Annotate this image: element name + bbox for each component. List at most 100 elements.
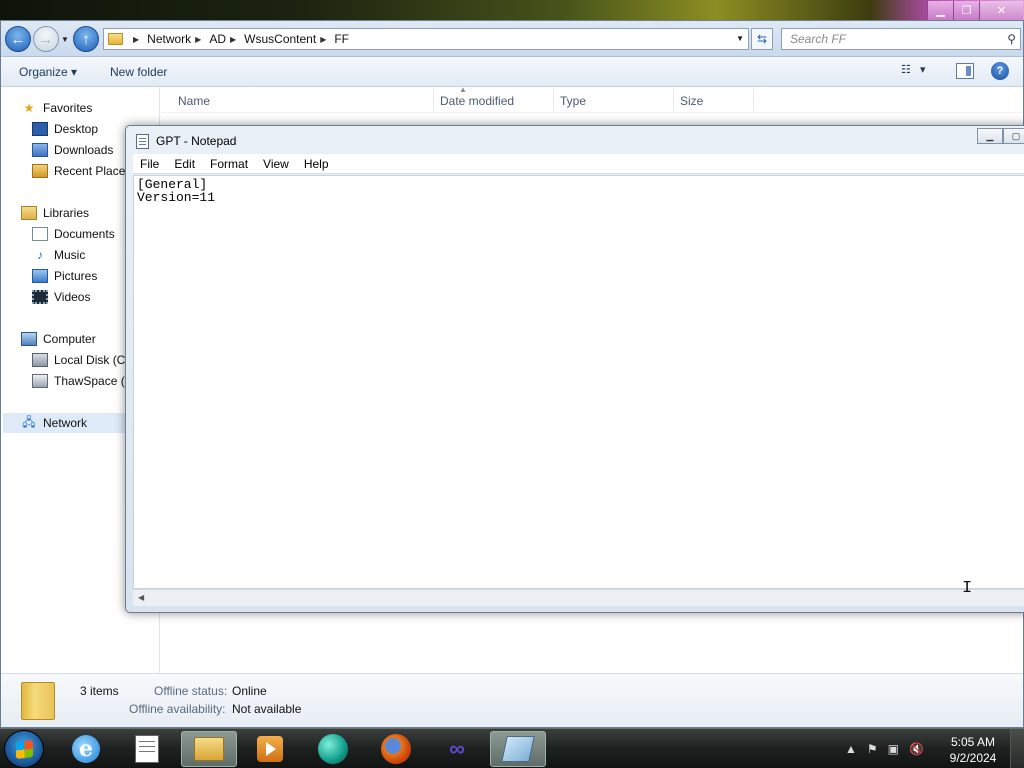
offline-status-label: Offline status: bbox=[154, 684, 228, 698]
downloads-icon bbox=[32, 143, 48, 157]
breadcrumb-ad[interactable]: AD ▶ bbox=[209, 32, 244, 46]
nav-computer[interactable]: Computer bbox=[21, 332, 96, 346]
sort-up-icon: ▲ bbox=[459, 85, 467, 94]
column-date-modified[interactable]: Date modified bbox=[440, 94, 514, 108]
minimize-button[interactable]: ▁ bbox=[927, 1, 953, 20]
notepad-icon bbox=[136, 134, 149, 149]
command-bar: Organize ▾ New folder ☷ ▾ ? bbox=[1, 57, 1023, 87]
help-button[interactable]: ? bbox=[991, 62, 1009, 80]
refresh-button[interactable]: ⇆ bbox=[751, 28, 773, 50]
arrow-left-icon: ← bbox=[10, 30, 26, 48]
menu-help[interactable]: Help bbox=[297, 157, 337, 171]
taskbar: e ∞ ▲ ⚑ ▣ 🔇 5:05 AM 9/2/2024 bbox=[0, 728, 1024, 768]
network-icon: 🖧 bbox=[22, 414, 36, 429]
horizontal-scrollbar[interactable]: ◀ bbox=[133, 589, 1024, 606]
taskbar-firefox[interactable] bbox=[368, 731, 424, 767]
notepad-maximize-button[interactable]: ▢ bbox=[1003, 128, 1024, 144]
column-size[interactable]: Size bbox=[680, 94, 703, 108]
clock-date: 9/2/2024 bbox=[949, 751, 997, 765]
nav-recent-places[interactable]: Recent Places bbox=[32, 164, 131, 178]
offline-status-value: Online bbox=[232, 684, 267, 698]
notepad-caption-buttons: ▁ ▢ bbox=[977, 128, 1024, 144]
taskbar-notepad-window[interactable] bbox=[490, 731, 546, 767]
search-input[interactable]: Search FF ⚲ bbox=[781, 28, 1021, 50]
organize-button[interactable]: Organize ▾ bbox=[19, 65, 77, 79]
new-folder-button[interactable]: New folder bbox=[110, 65, 167, 79]
show-desktop-button[interactable] bbox=[1010, 729, 1024, 768]
action-center-flag-icon[interactable]: ⚑ bbox=[867, 742, 878, 756]
taskbar-visual-studio[interactable]: ∞ bbox=[429, 731, 485, 767]
restore-button[interactable]: ❐ bbox=[953, 1, 979, 20]
item-count: 3 items bbox=[80, 684, 119, 698]
menu-view[interactable]: View bbox=[256, 157, 297, 171]
column-type[interactable]: Type bbox=[560, 94, 586, 108]
start-button[interactable] bbox=[4, 730, 44, 768]
offline-availability-value: Not available bbox=[232, 702, 302, 716]
preview-pane-button[interactable] bbox=[956, 63, 974, 79]
breadcrumb-chevron-icon[interactable]: ▶ bbox=[133, 35, 139, 44]
videos-icon bbox=[32, 290, 48, 304]
up-button[interactable]: ↑ bbox=[73, 26, 99, 52]
globe-icon bbox=[318, 734, 348, 764]
recent-places-icon bbox=[32, 164, 48, 178]
music-icon: ♪ bbox=[37, 248, 43, 262]
address-bar-area: ← → ▼ ↑ ▶ Network ▶ AD ▶ WsusContent ▶ FF ▼… bbox=[1, 21, 1023, 57]
tray-expand-icon[interactable]: ▲ bbox=[845, 742, 857, 756]
address-dropdown-icon[interactable]: ▼ bbox=[736, 34, 744, 43]
notepad-title: GPT - Notepad bbox=[156, 134, 237, 148]
system-tray: ▲ ⚑ ▣ 🔇 bbox=[845, 742, 924, 756]
arrow-right-icon: → bbox=[38, 30, 54, 48]
nav-pictures[interactable]: Pictures bbox=[32, 269, 97, 283]
desktop-icon bbox=[32, 122, 48, 136]
clock-time: 5:05 AM bbox=[950, 735, 996, 749]
nav-downloads[interactable]: Downloads bbox=[32, 143, 113, 157]
search-icon[interactable]: ⚲ bbox=[1007, 32, 1016, 46]
nav-videos[interactable]: Videos bbox=[32, 290, 90, 304]
close-button[interactable]: ✕ bbox=[979, 1, 1023, 20]
drive-icon bbox=[32, 374, 48, 388]
nav-favorites[interactable]: ★ Favorites bbox=[21, 101, 93, 115]
menu-edit[interactable]: Edit bbox=[167, 157, 203, 171]
breadcrumb-ff[interactable]: FF bbox=[334, 32, 349, 46]
breadcrumb-wsuscontent[interactable]: WsusContent ▶ bbox=[244, 32, 334, 46]
menu-format[interactable]: Format bbox=[203, 157, 256, 171]
explorer-caption-buttons: ▁ ❐ ✕ bbox=[927, 1, 1023, 21]
internet-explorer-icon: e bbox=[72, 735, 100, 763]
nav-desktop[interactable]: Desktop bbox=[32, 122, 98, 136]
firefox-icon bbox=[381, 734, 411, 764]
taskbar-globe-app[interactable] bbox=[305, 731, 361, 767]
back-button[interactable]: ← bbox=[5, 26, 31, 52]
forward-button[interactable]: → bbox=[33, 26, 59, 52]
windows-explorer-icon bbox=[194, 737, 224, 761]
libraries-icon bbox=[21, 206, 37, 220]
nav-libraries[interactable]: Libraries bbox=[21, 206, 89, 220]
taskbar-internet-explorer[interactable]: e bbox=[58, 731, 114, 767]
network-tray-icon[interactable]: ▣ bbox=[888, 742, 899, 756]
nav-music[interactable]: ♪ Music bbox=[32, 248, 85, 262]
clock[interactable]: 5:05 AM 9/2/2024 bbox=[940, 734, 1006, 766]
taskbar-notepad[interactable] bbox=[119, 731, 175, 767]
arrow-up-icon: ↑ bbox=[82, 30, 90, 48]
taskbar-windows-explorer[interactable] bbox=[181, 731, 237, 767]
pictures-icon bbox=[32, 269, 48, 283]
nav-documents[interactable]: Documents bbox=[32, 227, 115, 241]
star-icon: ★ bbox=[23, 101, 35, 115]
refresh-icon: ⇆ bbox=[756, 32, 768, 46]
taskbar-media-player[interactable] bbox=[242, 731, 298, 767]
notepad-text-area[interactable]: [General] Version=11 bbox=[133, 175, 1024, 589]
column-name[interactable]: Name bbox=[178, 94, 210, 108]
folder-large-icon bbox=[21, 682, 55, 720]
recent-pages-dropdown[interactable]: ▼ bbox=[61, 35, 69, 44]
views-button[interactable]: ☷ ▾ bbox=[901, 63, 937, 81]
notepad-window-icon bbox=[501, 736, 535, 762]
documents-icon bbox=[32, 227, 48, 241]
column-headers: ▲ Name Date modified Type Size bbox=[161, 85, 1023, 113]
address-field[interactable]: ▶ Network ▶ AD ▶ WsusContent ▶ FF ▼ bbox=[103, 28, 749, 50]
scroll-left-icon[interactable]: ◀ bbox=[138, 593, 144, 602]
nav-thawspace[interactable]: ThawSpace (E:) bbox=[32, 374, 140, 388]
breadcrumb-network[interactable]: Network ▶ bbox=[147, 32, 209, 46]
notepad-minimize-button[interactable]: ▁ bbox=[977, 128, 1003, 144]
volume-muted-icon[interactable]: 🔇 bbox=[909, 742, 924, 756]
nav-local-disk[interactable]: Local Disk (C:) bbox=[32, 353, 133, 367]
menu-file[interactable]: File bbox=[133, 157, 167, 171]
